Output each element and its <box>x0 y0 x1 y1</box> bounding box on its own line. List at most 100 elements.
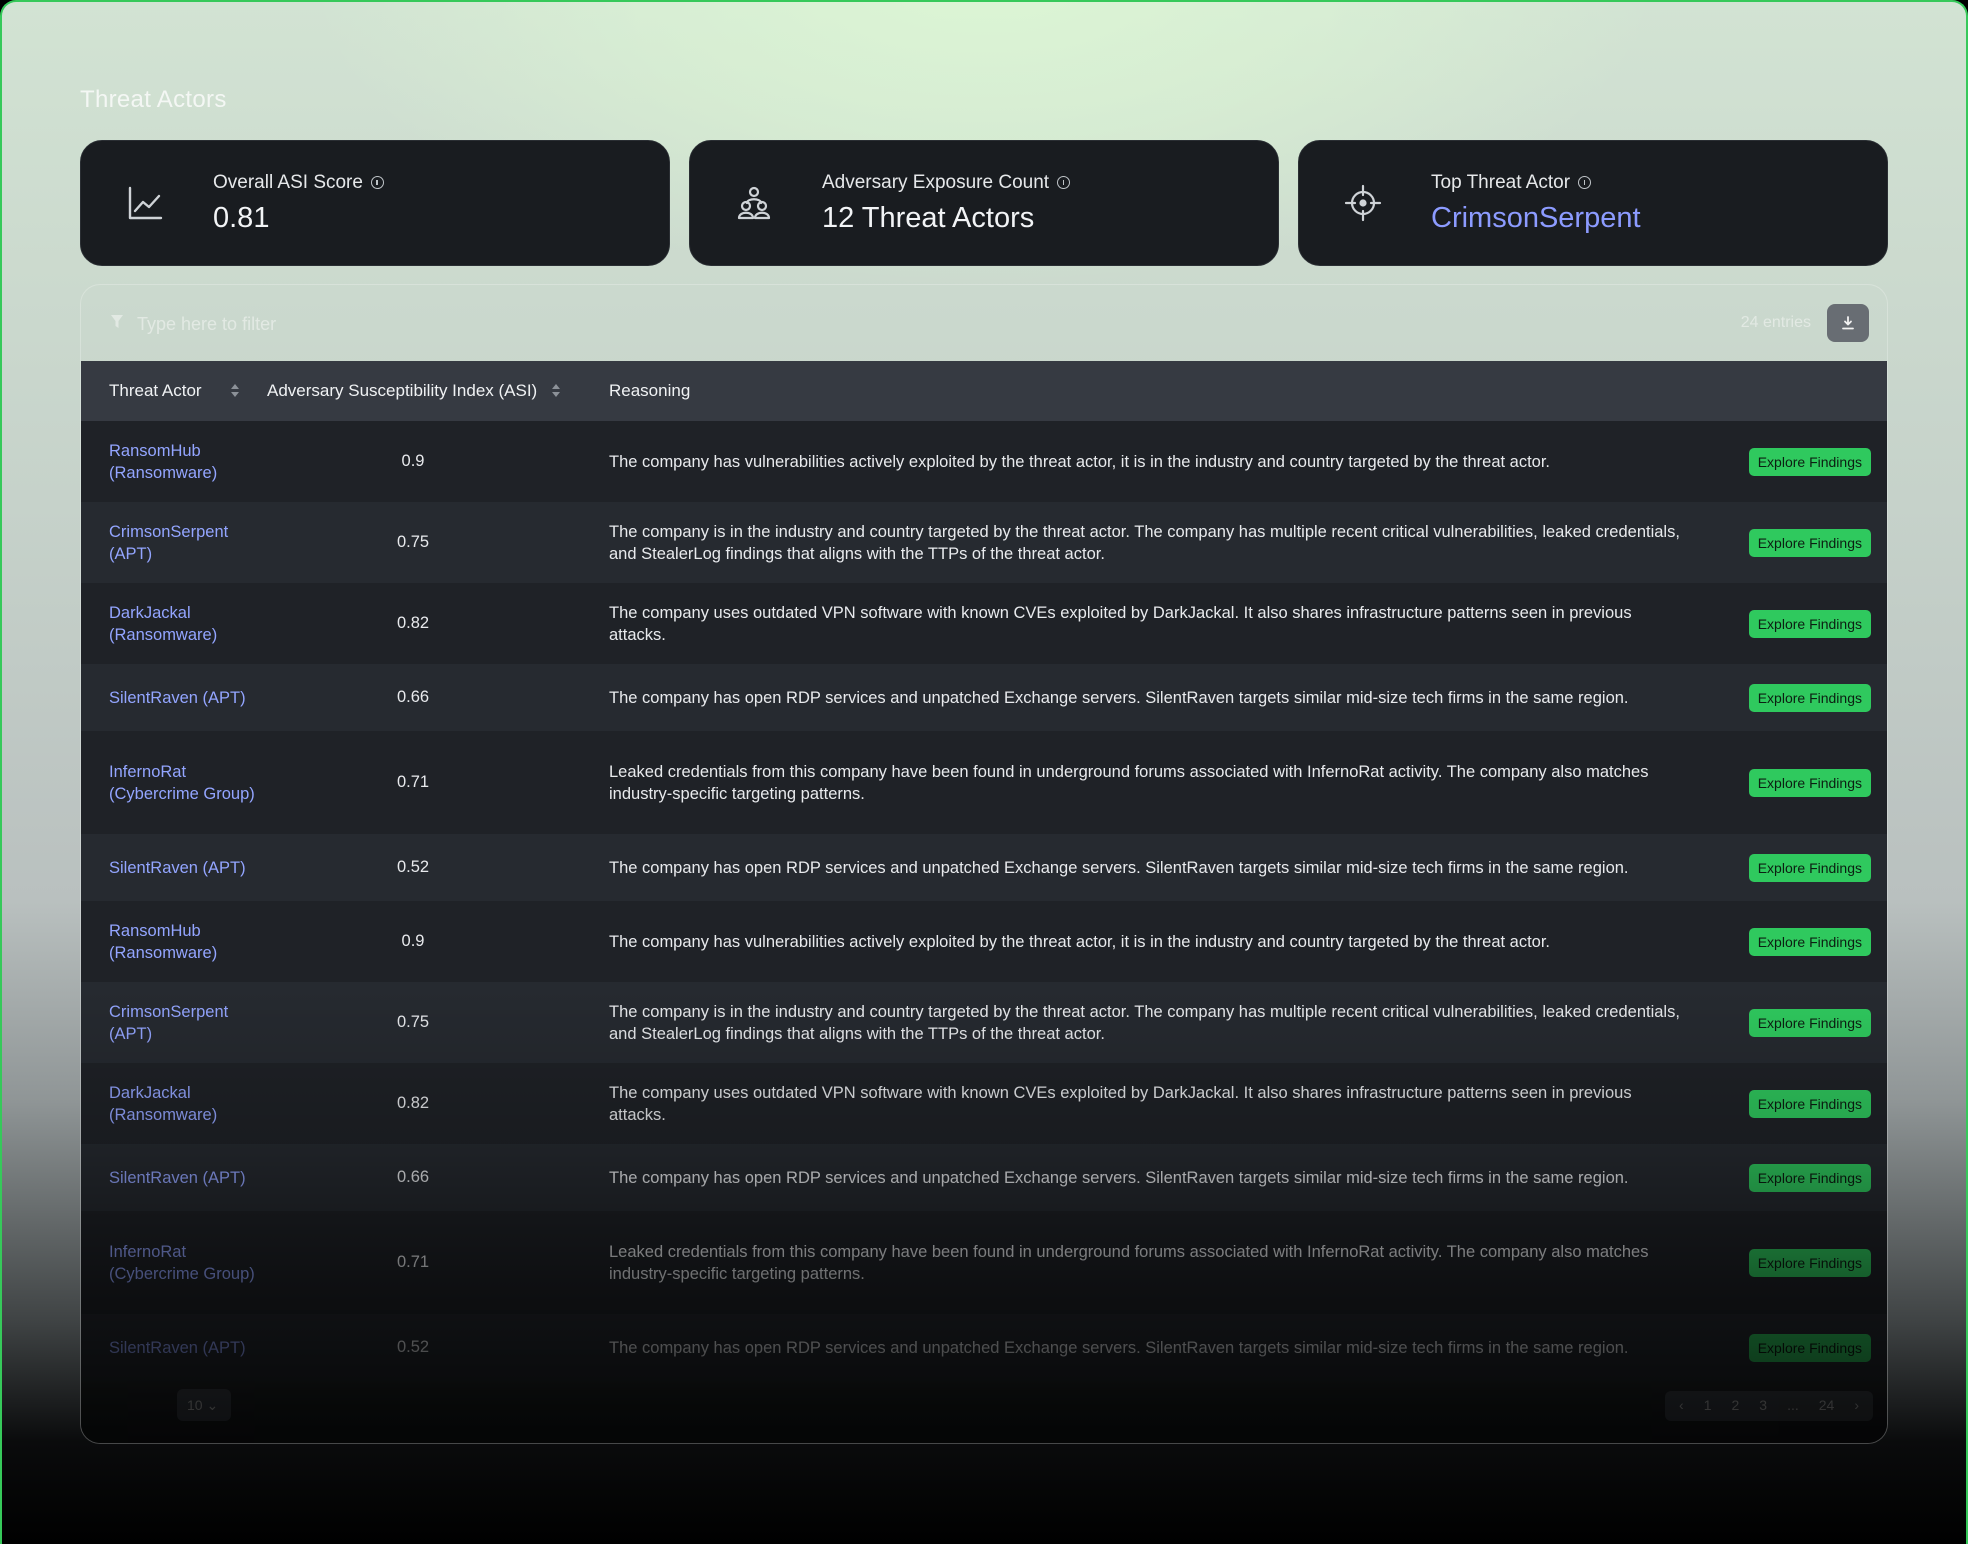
threat-actor-link[interactable]: SilentRaven (APT) <box>81 1314 261 1381</box>
asi-value: 0.75 <box>396 533 430 551</box>
explore-findings-button[interactable]: Explore Findings <box>1748 1163 1871 1192</box>
table-row: SilentRaven (APT) 0.66 The company has ope… <box>81 664 1887 731</box>
exposure-count-label: Adversary Exposure Count <box>822 172 1071 194</box>
info-icon[interactable] <box>370 176 384 189</box>
asi-value: 0.71 <box>396 773 430 791</box>
actions-cell: Explore Findings <box>1713 1144 1887 1211</box>
filter-input[interactable] <box>137 309 537 339</box>
table-row: DarkJackal (Ransomware) 0.82 The company u… <box>81 1063 1887 1144</box>
asi-value: 0.75 <box>396 1013 430 1031</box>
table-row: CrimsonSerpent (APT) 0.75 The company is i… <box>81 502 1887 583</box>
reasoning-text: The company has open RDP services and un… <box>609 688 1629 707</box>
explore-findings-button[interactable]: Explore Findings <box>1748 447 1871 476</box>
column-header-reasoning: Reasoning <box>609 381 691 400</box>
actions-cell: Explore Findings <box>1713 583 1887 664</box>
entries-count: 24 entries <box>1740 314 1811 331</box>
threat-actor-link[interactable]: DarkJackal (Ransomware) <box>81 1063 261 1144</box>
overall-asi-card: Overall ASI Score 0.81 <box>80 140 670 266</box>
explore-findings-button[interactable]: Explore Findings <box>1748 768 1871 797</box>
reasoning-text: The company has open RDP services and un… <box>609 858 1629 877</box>
threat-actor-link[interactable]: InfernoRat (Cybercrime Group) <box>81 1211 261 1314</box>
asi-value: 0.9 <box>401 932 425 950</box>
sort-icon[interactable] <box>230 383 240 399</box>
page-title: Threat Actors <box>80 86 227 113</box>
next-page-icon[interactable]: › <box>1854 1397 1859 1415</box>
explore-findings-button[interactable]: Explore Findings <box>1748 1008 1871 1037</box>
reasoning-text: The company is in the industry and count… <box>609 522 1680 563</box>
explore-findings-button[interactable]: Explore Findings <box>1748 683 1871 712</box>
reasoning-text: Leaked credentials from this company hav… <box>609 762 1649 803</box>
threat-actor-link[interactable]: CrimsonSerpent (APT) <box>81 982 261 1063</box>
actions-cell: Explore Findings <box>1713 1211 1887 1314</box>
page-last[interactable]: 24 <box>1819 1397 1835 1415</box>
top-threat-actor-card: Top Threat Actor CrimsonSerpent <box>1298 140 1888 266</box>
prev-page-icon[interactable]: ‹ <box>1679 1397 1684 1415</box>
explore-findings-button[interactable]: Explore Findings <box>1748 1089 1871 1118</box>
download-icon <box>1842 316 1854 330</box>
table-row: RansomHub (Ransomware) 0.9 The company has… <box>81 421 1887 502</box>
table-row: SilentRaven (APT) 0.66 The company has ope… <box>81 1144 1887 1211</box>
explore-findings-button[interactable]: Explore Findings <box>1748 1333 1871 1362</box>
info-icon[interactable] <box>1057 176 1071 189</box>
threat-actors-table-panel: 24 entries Threat Actor Adversary Suscep… <box>80 284 1888 1444</box>
threat-actor-link[interactable]: SilentRaven (APT) <box>81 1144 261 1211</box>
users-group-icon <box>730 179 778 227</box>
column-header-asi[interactable]: Adversary Susceptibility Index (ASI) <box>261 361 609 421</box>
threat-actors-table: Threat Actor Adversary Susceptibility In… <box>81 361 1887 1381</box>
reasoning-text: The company has vulnerabilities actively… <box>609 932 1551 951</box>
overall-asi-value: 0.81 <box>213 201 270 234</box>
threat-actor-link[interactable]: RansomHub (Ransomware) <box>81 901 261 982</box>
threat-actor-link[interactable]: SilentRaven (APT) <box>81 834 261 901</box>
reasoning-text: The company has open RDP services and un… <box>609 1168 1629 1187</box>
page-3[interactable]: 3 <box>1759 1397 1767 1415</box>
asi-value: 0.66 <box>396 688 430 706</box>
reasoning-text: The company uses outdated VPN software w… <box>609 603 1632 644</box>
threat-actor-link[interactable]: InfernoRat (Cybercrime Group) <box>81 731 261 834</box>
page-1[interactable]: 1 <box>1704 1397 1712 1415</box>
page-size-select[interactable]: 10 ⌄ <box>177 1389 231 1421</box>
explore-findings-button[interactable]: Explore Findings <box>1748 853 1871 882</box>
table-row: DarkJackal (Ransomware) 0.82 The company u… <box>81 583 1887 664</box>
actions-cell: Explore Findings <box>1713 502 1887 583</box>
table-row: CrimsonSerpent (APT) 0.75 The company is i… <box>81 982 1887 1063</box>
explore-findings-button[interactable]: Explore Findings <box>1748 927 1871 956</box>
filter-icon <box>111 315 123 328</box>
sort-icon[interactable] <box>551 383 561 399</box>
download-button[interactable] <box>1827 304 1869 342</box>
threat-actor-link[interactable]: CrimsonSerpent (APT) <box>81 502 261 583</box>
table-row: InfernoRat (Cybercrime Group) 0.71 Leaked … <box>81 731 1887 834</box>
asi-value: 0.82 <box>396 1094 430 1112</box>
reasoning-text: The company has vulnerabilities actively… <box>609 452 1551 471</box>
asi-value: 0.52 <box>396 1338 430 1356</box>
pagination: ‹ 1 2 3 ... 24 › <box>1665 1391 1873 1421</box>
top-threat-actor-value[interactable]: CrimsonSerpent <box>1431 202 1641 235</box>
actions-cell: Explore Findings <box>1713 901 1887 982</box>
reasoning-text: The company has open RDP services and un… <box>609 1338 1629 1357</box>
table-row: RansomHub (Ransomware) 0.9 The company has… <box>81 901 1887 982</box>
threat-actor-link[interactable]: RansomHub (Ransomware) <box>81 421 261 502</box>
exposure-count-card: Adversary Exposure Count 12 Threat Actor… <box>689 140 1279 266</box>
page-ellipsis: ... <box>1787 1397 1799 1413</box>
asi-value: 0.82 <box>396 614 430 632</box>
asi-value: 0.9 <box>401 452 425 470</box>
line-chart-icon <box>121 179 169 227</box>
table-footer: 10 ⌄ ‹ 1 2 3 ... 24 › <box>81 1375 1887 1443</box>
reasoning-text: The company is in the industry and count… <box>609 1002 1680 1043</box>
threat-actor-link[interactable]: DarkJackal (Ransomware) <box>81 583 261 664</box>
explore-findings-button[interactable]: Explore Findings <box>1748 528 1871 557</box>
info-icon[interactable] <box>1578 176 1592 189</box>
explore-findings-button[interactable]: Explore Findings <box>1748 1248 1871 1277</box>
crosshair-icon <box>1339 179 1387 227</box>
explore-findings-button[interactable]: Explore Findings <box>1748 609 1871 638</box>
actions-cell: Explore Findings <box>1713 982 1887 1063</box>
actions-cell: Explore Findings <box>1713 421 1887 502</box>
actions-cell: Explore Findings <box>1713 1063 1887 1144</box>
table-row: SilentRaven (APT) 0.52 The company has ope… <box>81 1314 1887 1381</box>
threat-actor-link[interactable]: SilentRaven (APT) <box>81 664 261 731</box>
actions-cell: Explore Findings <box>1713 731 1887 834</box>
actions-cell: Explore Findings <box>1713 664 1887 731</box>
exposure-count-value: 12 Threat Actors <box>822 201 1035 234</box>
page-2[interactable]: 2 <box>1731 1397 1739 1415</box>
column-header-threat-actor[interactable]: Threat Actor <box>81 361 261 421</box>
filter-bar: 24 entries <box>81 285 1887 361</box>
